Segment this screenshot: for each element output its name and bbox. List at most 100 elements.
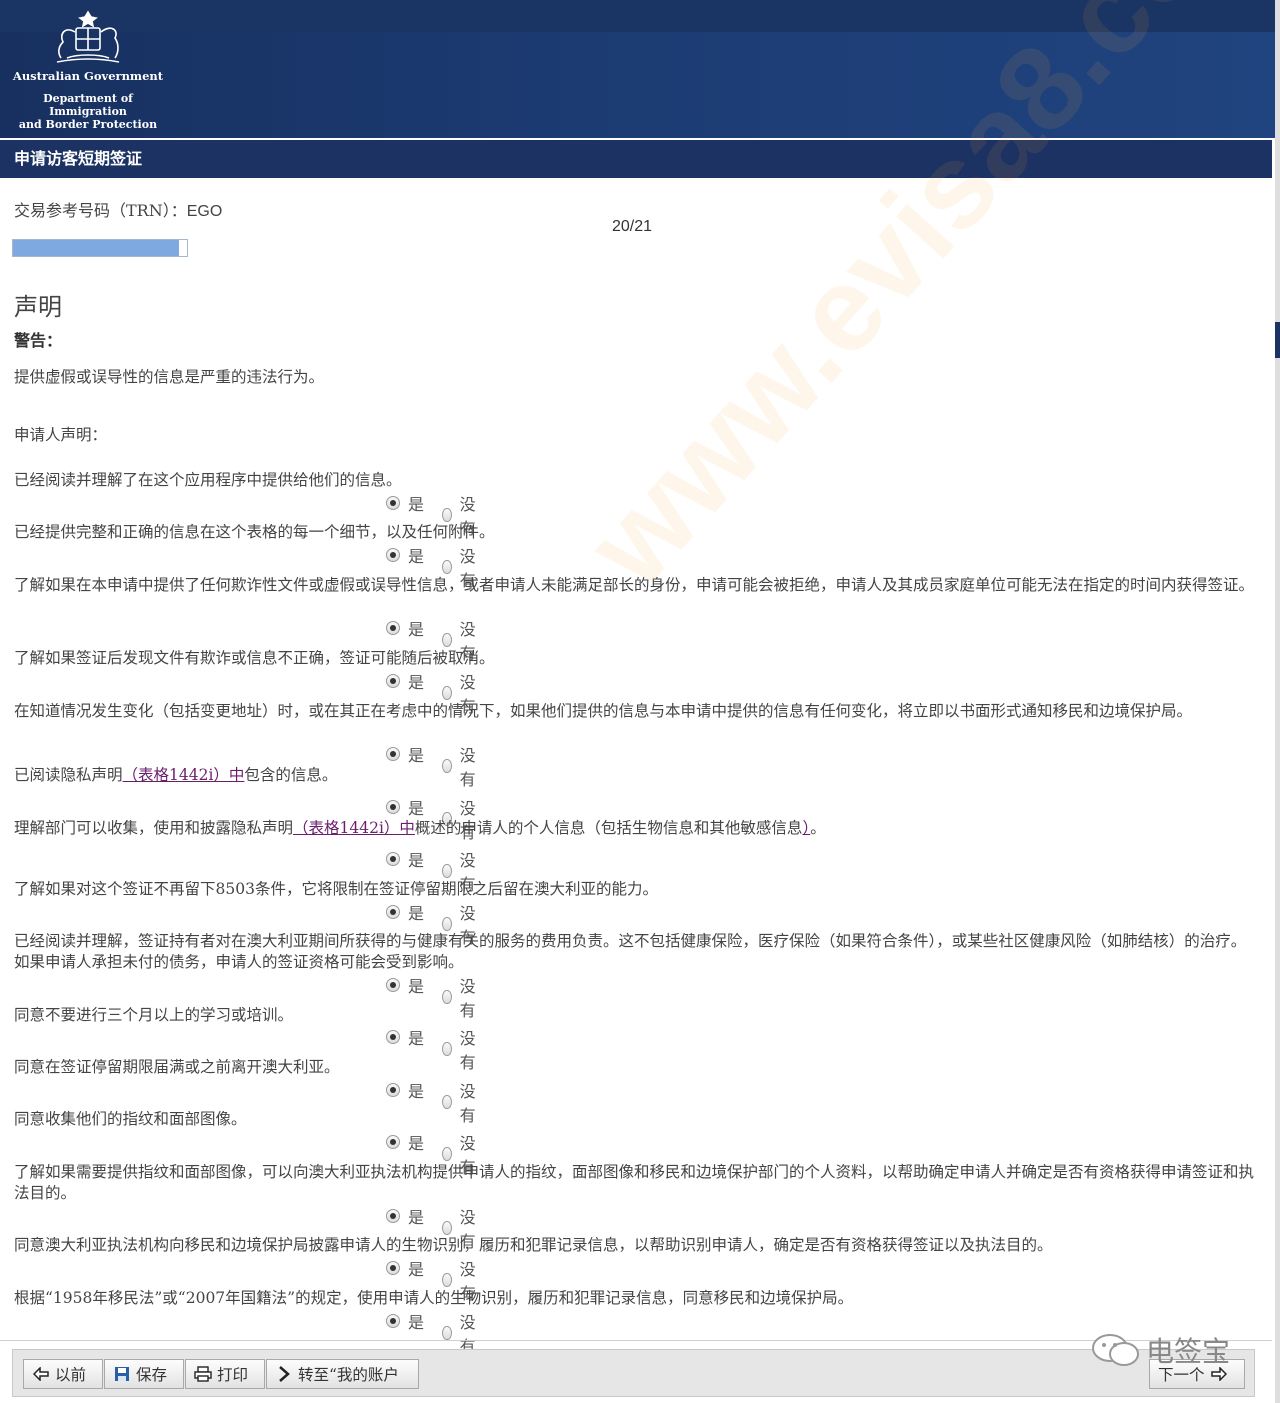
coat-of-arms-icon xyxy=(56,10,120,63)
footer-toolbar: 以前 保存 打印 转至“我的账户 下一个 xyxy=(12,1349,1255,1397)
radio-label: 是 xyxy=(408,495,425,514)
arrow-left-icon xyxy=(32,1365,50,1383)
radio-label: 是 xyxy=(408,547,425,566)
warning-label: 警告： xyxy=(14,331,63,350)
scrollbar-thumb[interactable] xyxy=(1275,322,1280,358)
radio-option-yes[interactable]: 是 xyxy=(386,973,424,997)
radio-label: 是 xyxy=(408,851,425,870)
radio-button[interactable] xyxy=(386,1261,400,1275)
declaration-question: 了解如果签证后发现文件有欺诈或信息不正确，签证可能随后被取消。 xyxy=(14,649,495,667)
radio-button[interactable] xyxy=(442,633,452,647)
government-logo: Australian Government Department of Immi… xyxy=(8,8,168,131)
radio-button[interactable] xyxy=(442,1221,452,1235)
radio-button[interactable] xyxy=(386,978,400,992)
goto-account-button[interactable]: 转至“我的账户 xyxy=(266,1359,419,1389)
radio-button[interactable] xyxy=(386,674,400,688)
radio-option-yes[interactable]: 是 xyxy=(386,491,424,515)
radio-button[interactable] xyxy=(386,621,400,635)
radio-button[interactable] xyxy=(386,548,400,562)
floppy-disk-icon xyxy=(113,1365,131,1383)
warning-text: 提供虚假或误导性的信息是严重的违法行为。 xyxy=(14,368,325,386)
privacy-form-link[interactable]: （表格1442i）中 xyxy=(293,819,415,837)
radio-button[interactable] xyxy=(386,747,400,761)
print-button[interactable]: 打印 xyxy=(185,1359,265,1389)
section-title: 声明 xyxy=(14,293,62,321)
save-button[interactable]: 保存 xyxy=(104,1359,184,1389)
radio-button[interactable] xyxy=(386,1135,400,1149)
radio-option-yes[interactable]: 是 xyxy=(386,1256,424,1280)
header-band xyxy=(0,0,1275,32)
declaration-question: 已经阅读并理解了在这个应用程序中提供给他们的信息。 xyxy=(14,471,402,489)
radio-button[interactable] xyxy=(386,1030,400,1044)
radio-option-yes[interactable]: 是 xyxy=(386,616,424,640)
radio-option-yes[interactable]: 是 xyxy=(386,1025,424,1049)
radio-button[interactable] xyxy=(386,905,400,919)
declaration-question: 同意收集他们的指纹和面部图像。 xyxy=(14,1110,247,1128)
previous-button[interactable]: 以前 xyxy=(23,1359,103,1389)
form-title-bar: 申请访客短期签证 xyxy=(0,140,1272,178)
declaration-question: 了解如果在本申请中提供了任何欺诈性文件或虚假或误导性信息，或者申请人未能满足部长… xyxy=(14,576,1255,594)
printer-icon xyxy=(194,1365,212,1383)
question-text: 理解部门可以收集，使用和披露隐私声明 xyxy=(14,819,294,837)
radio-button[interactable] xyxy=(386,852,400,866)
page-scrollbar[interactable] xyxy=(1275,0,1280,1403)
government-name: Australian Government xyxy=(12,69,164,83)
declaration-question: 已经阅读并理解，签证持有者对在澳大利亚期间所获得的与健康有关的服务的费用负责。这… xyxy=(14,932,1247,971)
declaration-question: 同意在签证停留期限届满或之前离开澳大利亚。 xyxy=(14,1058,340,1076)
declaration-question: 在知道情况发生变化（包括变更地址）时，或在其正在考虑中的情况下，如果他们提供的信… xyxy=(14,702,1193,720)
radio-button[interactable] xyxy=(442,917,452,931)
radio-option-yes[interactable]: 是 xyxy=(386,847,424,871)
radio-button[interactable] xyxy=(386,1314,400,1328)
trn-reference: 交易参考号码（TRN）：EGO xyxy=(14,197,222,221)
page-number: 20/21 xyxy=(612,218,653,235)
declaration-question: 同意澳大利亚执法机构向移民和边境保护局披露申请人的生物识别，履历和犯罪记录信息，… xyxy=(14,1236,1053,1254)
radio-option-yes[interactable]: 是 xyxy=(386,1078,424,1102)
department-line-1: Department of Immigration xyxy=(43,92,133,118)
radio-button[interactable] xyxy=(442,1326,452,1340)
radio-button[interactable] xyxy=(442,1095,452,1109)
radio-option-yes[interactable]: 是 xyxy=(386,1309,424,1333)
print-label: 打印 xyxy=(217,1366,249,1384)
radio-option-yes[interactable]: 是 xyxy=(386,1204,424,1228)
radio-button[interactable] xyxy=(442,990,452,1004)
site-header: Australian Government Department of Immi… xyxy=(0,0,1275,138)
radio-label: 是 xyxy=(408,1260,425,1279)
radio-button[interactable] xyxy=(386,1209,400,1223)
question-text: 包含的信息。 xyxy=(244,766,338,784)
radio-label: 是 xyxy=(408,1029,425,1048)
radio-label: 是 xyxy=(408,904,425,923)
radio-option-yes[interactable]: 是 xyxy=(386,669,424,693)
wechat-icon xyxy=(1092,1334,1139,1366)
radio-button[interactable] xyxy=(442,1042,452,1056)
radio-label: 是 xyxy=(408,1134,425,1153)
privacy-form-link[interactable]: （表格1442i）中 xyxy=(123,766,245,784)
trn-label: 交易参考号码（TRN）： xyxy=(14,201,187,220)
wechat-watermark: 电签宝 xyxy=(1090,1330,1230,1370)
radio-option-yes[interactable]: 是 xyxy=(386,900,424,924)
radio-option-yes[interactable]: 是 xyxy=(386,543,424,567)
radio-button[interactable] xyxy=(442,864,452,878)
previous-label: 以前 xyxy=(55,1366,87,1384)
wechat-label: 电签宝 xyxy=(1146,1335,1231,1368)
radio-label: 是 xyxy=(408,977,425,996)
save-label: 保存 xyxy=(136,1366,168,1384)
question-text: 已阅读隐私声明 xyxy=(14,766,123,784)
radio-button[interactable] xyxy=(442,560,452,574)
declaration-question: 根据“1958年移民法”或“2007年国籍法”的规定，使用申请人的生物识别，履历… xyxy=(14,1289,854,1307)
radio-button[interactable] xyxy=(442,1147,452,1161)
radio-button[interactable] xyxy=(386,1083,400,1097)
radio-option-yes[interactable]: 是 xyxy=(386,795,424,819)
radio-button[interactable] xyxy=(442,508,452,522)
radio-label: 是 xyxy=(408,1313,425,1332)
progress-fill xyxy=(13,240,179,256)
progress-bar xyxy=(12,239,188,257)
radio-button[interactable] xyxy=(442,1273,452,1287)
radio-option-yes[interactable]: 是 xyxy=(386,1130,424,1154)
radio-button[interactable] xyxy=(442,686,452,700)
footer-divider xyxy=(0,1340,1272,1341)
radio-button[interactable] xyxy=(386,496,400,510)
radio-button[interactable] xyxy=(386,800,400,814)
radio-label: 是 xyxy=(408,799,425,818)
radio-option-yes[interactable]: 是 xyxy=(386,742,424,766)
question-text: 。 xyxy=(810,819,826,837)
